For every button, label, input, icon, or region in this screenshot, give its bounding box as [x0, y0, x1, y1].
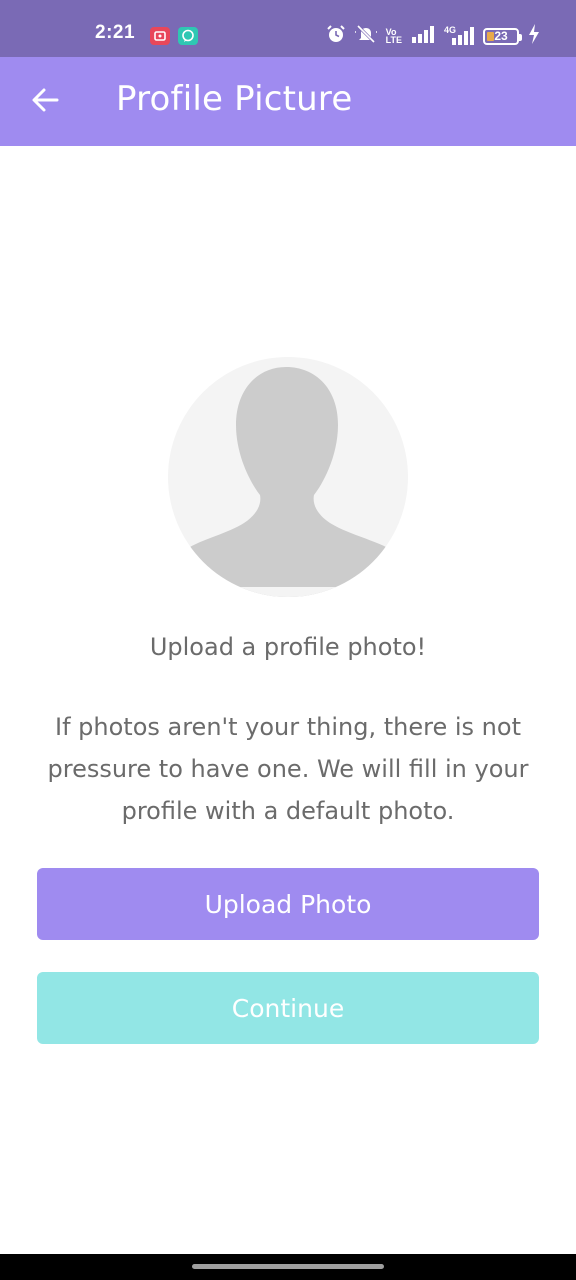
upload-photo-button[interactable]: Upload Photo	[37, 868, 539, 940]
back-button[interactable]	[22, 81, 68, 123]
battery-level: 23	[494, 29, 508, 43]
upload-prompt: Upload a profile photo!	[149, 633, 427, 661]
battery-tip	[519, 33, 522, 41]
continue-button[interactable]: Continue	[37, 972, 539, 1044]
description-text: If photos aren't your thing, there is no…	[47, 713, 529, 825]
app-bar: Profile Picture	[0, 57, 576, 146]
battery-icon: 23	[483, 27, 522, 45]
home-gesture-handle[interactable]	[192, 1264, 384, 1269]
battery-fill	[487, 31, 495, 41]
page-title: Profile Picture	[116, 79, 353, 119]
profile-photo-placeholder[interactable]	[168, 357, 408, 597]
muted-bell-icon	[353, 24, 378, 48]
signal-icon	[411, 25, 435, 47]
screen-recorder-icon	[150, 27, 170, 45]
charging-bolt-icon	[528, 24, 540, 48]
status-bar: 2:21 Vo LTE 4G 23	[0, 0, 576, 57]
volte-icon: Vo LTE	[385, 28, 402, 45]
volte-label-bottom: LTE	[385, 35, 402, 45]
person-silhouette-icon	[168, 357, 408, 597]
chat-app-icon	[178, 27, 198, 45]
alarm-icon	[326, 24, 346, 48]
arrow-left-icon	[31, 87, 59, 117]
system-navigation-bar	[0, 1254, 576, 1280]
status-icons: Vo LTE 4G 23	[326, 24, 540, 48]
status-time: 2:21	[95, 22, 136, 43]
signal-4g-icon: 4G	[444, 26, 474, 46]
